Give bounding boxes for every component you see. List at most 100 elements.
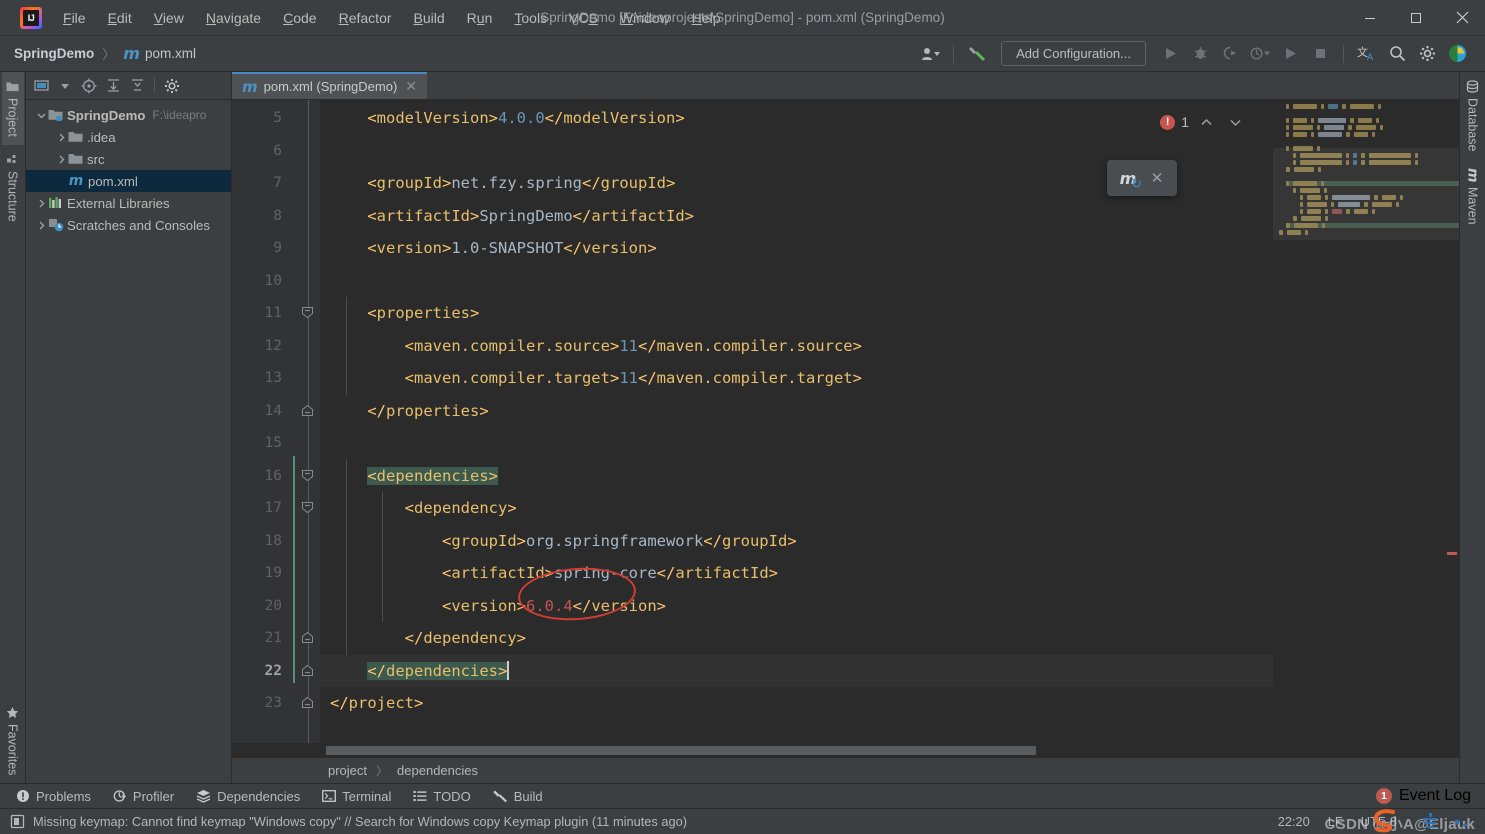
gutter-line-number[interactable]: 20 xyxy=(232,590,320,623)
menu-item-code[interactable]: Code xyxy=(272,6,327,30)
fold-end-icon[interactable] xyxy=(301,696,314,709)
menu-item-vcs[interactable]: VCS xyxy=(558,6,609,30)
toolwindow-dependencies[interactable]: Dependencies xyxy=(186,787,310,806)
expand-dropdown-icon[interactable] xyxy=(54,75,76,97)
breadcrumb-project[interactable]: project xyxy=(328,763,367,778)
gutter-line-number[interactable]: 15 xyxy=(232,427,320,460)
maven-reload-icon[interactable]: m ↻ xyxy=(1115,165,1142,193)
code-line[interactable]: </dependency> xyxy=(320,622,1273,655)
close-icon[interactable]: ✕ xyxy=(1145,169,1169,187)
tree-node-external-libraries[interactable]: External Libraries xyxy=(26,192,231,214)
gutter-line-number[interactable]: 7 xyxy=(232,167,320,200)
editor-tab-pom-xml[interactable]: m pom.xml (SpringDemo) ✕ xyxy=(232,72,428,99)
menu-item-run[interactable]: Run xyxy=(456,6,504,30)
run-icon[interactable] xyxy=(1156,41,1184,67)
toolwindow-problems[interactable]: Problems xyxy=(6,787,101,806)
gutter-line-number[interactable]: 19 xyxy=(232,557,320,590)
chevron-right-icon[interactable] xyxy=(34,218,48,232)
navbar-crumb-project[interactable]: SpringDemo xyxy=(14,46,94,61)
select-opened-file-icon[interactable] xyxy=(30,75,52,97)
rail-item-project[interactable]: Project xyxy=(1,72,24,145)
fold-collapse-icon[interactable] xyxy=(301,501,314,514)
code-line[interactable]: <properties> xyxy=(320,297,1273,330)
gutter-line-number[interactable]: 22 xyxy=(232,655,320,688)
menu-item-edit[interactable]: Edit xyxy=(97,6,143,30)
tree-node-src[interactable]: src xyxy=(26,148,231,170)
code-line[interactable]: <artifactId>spring-core</artifactId> xyxy=(320,557,1273,590)
menu-item-help[interactable]: Help xyxy=(681,6,732,30)
prev-problem-icon[interactable] xyxy=(1195,115,1218,130)
code-line[interactable]: <modelVersion>4.0.0</modelVersion> xyxy=(320,102,1273,135)
gutter-line-number[interactable]: 12 xyxy=(232,330,320,363)
fold-collapse-icon[interactable] xyxy=(301,306,314,319)
translate-icon[interactable]: 文 A xyxy=(1353,41,1381,67)
chevron-down-icon[interactable] xyxy=(34,108,48,122)
tree-node-pom-xml[interactable]: m pom.xml xyxy=(26,170,231,192)
code-line[interactable]: </dependencies> xyxy=(320,654,1273,687)
close-icon[interactable]: ✕ xyxy=(403,78,419,95)
menu-item-file[interactable]: File xyxy=(52,6,97,30)
toolwindow-profiler[interactable]: Profiler xyxy=(103,787,184,806)
tree-node-scratches-and-consoles[interactable]: Scratches and Consoles xyxy=(26,214,231,236)
event-log-area[interactable]: 1 Event Log xyxy=(1375,787,1485,805)
expand-all-icon[interactable] xyxy=(102,75,124,97)
maximize-button[interactable] xyxy=(1393,0,1439,36)
code-line[interactable]: <version>6.0.4</version> xyxy=(320,590,1273,623)
project-tree[interactable]: SpringDemo F:\ideapro .idea src m pom.xml Exte… xyxy=(26,100,231,236)
add-configuration-button[interactable]: Add Configuration... xyxy=(1001,41,1146,66)
menu-item-view[interactable]: View xyxy=(143,6,195,30)
settings-gear-icon[interactable] xyxy=(161,75,183,97)
gutter-line-number[interactable]: 11 xyxy=(232,297,320,330)
code-line[interactable]: <version>1.0-SNAPSHOT</version> xyxy=(320,232,1273,265)
rail-item-database[interactable]: Database xyxy=(1462,72,1484,160)
gutter-line-number[interactable]: 14 xyxy=(232,395,320,428)
rail-item-structure[interactable]: Structure xyxy=(2,145,24,230)
navbar-crumb-file[interactable]: pom.xml xyxy=(145,46,196,61)
fold-end-icon[interactable] xyxy=(301,404,314,417)
fold-end-icon[interactable] xyxy=(301,664,314,677)
collapse-all-icon[interactable] xyxy=(126,75,148,97)
hammer-build-icon[interactable] xyxy=(963,41,991,67)
run-anything-icon[interactable] xyxy=(1276,41,1304,67)
gutter-line-number[interactable]: 5 xyxy=(232,102,320,135)
code-line[interactable] xyxy=(320,265,1273,298)
toolwindow-terminal[interactable]: Terminal xyxy=(312,787,401,806)
code-line[interactable]: <dependencies> xyxy=(320,460,1273,493)
menu-item-refactor[interactable]: Refactor xyxy=(328,6,403,30)
toolwindow-build[interactable]: Build xyxy=(483,787,553,806)
stop-icon[interactable] xyxy=(1306,41,1334,67)
menu-item-navigate[interactable]: Navigate xyxy=(195,6,272,30)
menu-item-tools[interactable]: Tools xyxy=(503,6,558,30)
chevron-right-icon[interactable] xyxy=(54,152,68,166)
ide-feature-icon[interactable] xyxy=(1443,41,1471,67)
code-content[interactable]: <modelVersion>4.0.0</modelVersion> <grou… xyxy=(320,100,1273,743)
menu-item-window[interactable]: Window xyxy=(609,6,681,30)
horizontal-scrollbar[interactable] xyxy=(232,743,1459,757)
status-line-separator[interactable]: LF xyxy=(1328,814,1343,829)
code-line[interactable]: <dependency> xyxy=(320,492,1273,525)
code-line[interactable]: <maven.compiler.source>11</maven.compile… xyxy=(320,330,1273,363)
next-problem-icon[interactable] xyxy=(1224,115,1247,130)
search-everywhere-icon[interactable] xyxy=(1383,41,1411,67)
run-coverage-icon[interactable] xyxy=(1216,41,1244,67)
status-message[interactable]: Missing keymap: Cannot find keymap "Wind… xyxy=(33,814,687,829)
gutter-line-number[interactable]: 17 xyxy=(232,492,320,525)
code-line[interactable]: <maven.compiler.target>11</maven.compile… xyxy=(320,362,1273,395)
code-line[interactable]: <groupId>org.springframework</groupId> xyxy=(320,525,1273,558)
gutter-line-number[interactable]: 13 xyxy=(232,362,320,395)
maven-reload-popup[interactable]: m ↻ ✕ xyxy=(1107,160,1177,196)
close-button[interactable] xyxy=(1439,0,1485,36)
fold-collapse-icon[interactable] xyxy=(301,469,314,482)
locate-icon[interactable] xyxy=(78,75,100,97)
gutter-line-number[interactable]: 6 xyxy=(232,135,320,168)
tree-node-springdemo[interactable]: SpringDemo F:\ideapro xyxy=(26,104,231,126)
debug-icon[interactable] xyxy=(1186,41,1214,67)
gutter-line-number[interactable]: 9 xyxy=(232,232,320,265)
gutter-line-number[interactable]: 21 xyxy=(232,622,320,655)
code-line[interactable]: <artifactId>SpringDemo</artifactId> xyxy=(320,200,1273,233)
editor-minimap[interactable] xyxy=(1273,100,1459,743)
profile-icon[interactable] xyxy=(1246,41,1274,67)
gutter-line-number[interactable]: 18 xyxy=(232,525,320,558)
code-line[interactable] xyxy=(320,427,1273,460)
rail-item-favorites[interactable]: Favorites xyxy=(2,698,24,783)
